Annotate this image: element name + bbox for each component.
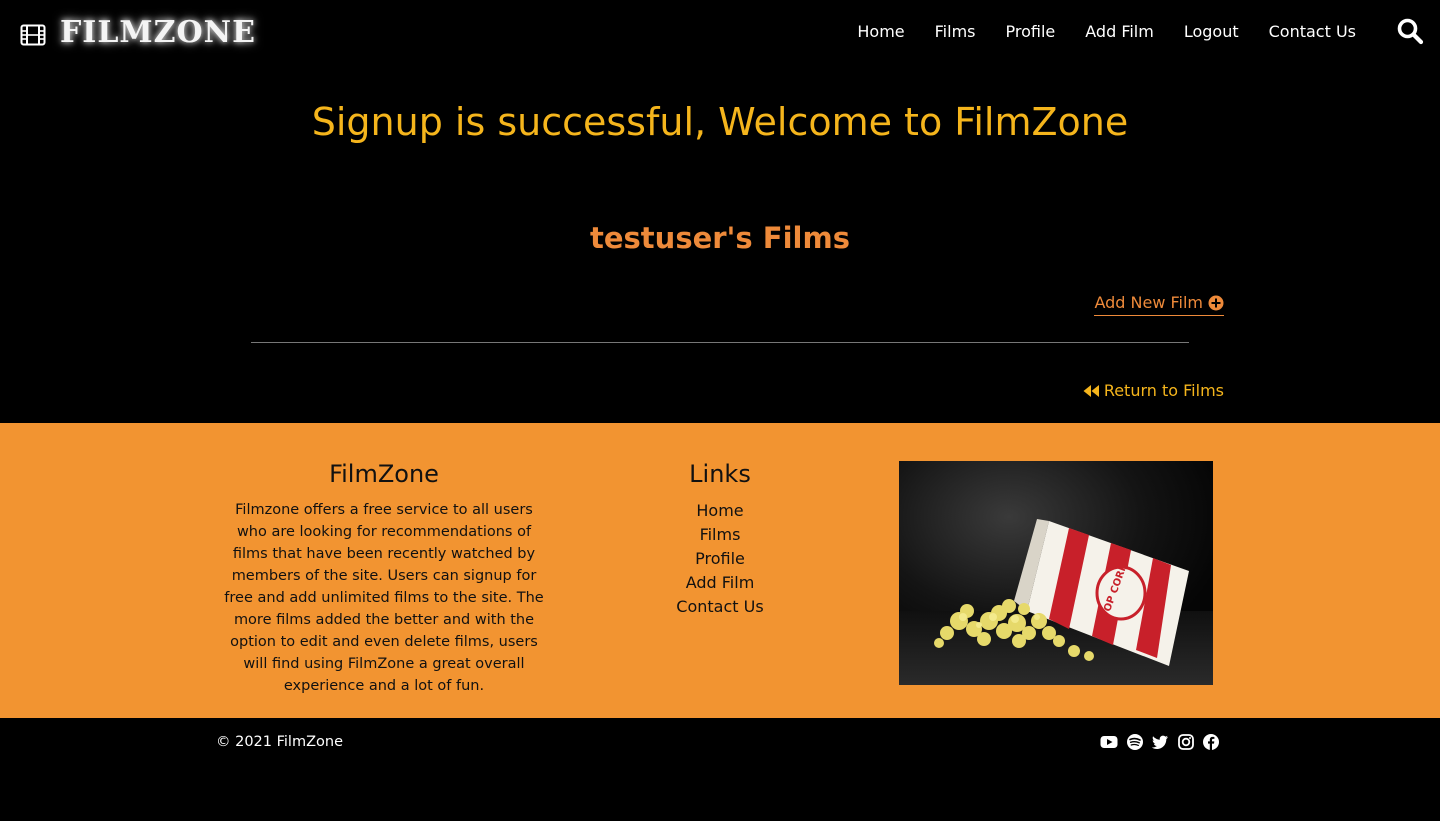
divider <box>251 342 1189 343</box>
nav-link-profile[interactable]: Profile <box>1006 20 1056 44</box>
footer-link-contact-us[interactable]: Contact Us <box>620 595 820 619</box>
footer-about-text: Filmzone offers a free service to all us… <box>224 502 544 694</box>
nav-link-home[interactable]: Home <box>857 20 904 44</box>
popcorn-illustration: POP CORN <box>899 461 1213 685</box>
film-icon <box>20 24 46 46</box>
search-icon[interactable] <box>1396 17 1424 45</box>
nav-links: Home Films Profile Add Film Logout Conta… <box>827 20 1356 44</box>
twitter-icon[interactable] <box>1151 733 1169 751</box>
youtube-icon[interactable] <box>1100 733 1118 751</box>
nav-link-logout[interactable]: Logout <box>1184 20 1239 44</box>
copyright-bar: © 2021 FilmZone <box>0 718 1440 821</box>
backward-icon <box>1083 385 1099 397</box>
popcorn-image: POP CORN <box>899 461 1213 685</box>
social-links <box>1093 733 1221 751</box>
footer-link-add-film[interactable]: Add Film <box>620 571 820 595</box>
plus-circle-icon <box>1208 295 1224 311</box>
nav-link-films[interactable]: Films <box>935 20 976 44</box>
add-new-film-label: Add New Film <box>1094 293 1203 312</box>
nav-link-contact-us[interactable]: Contact Us <box>1269 20 1356 44</box>
nav-link-add-film[interactable]: Add Film <box>1085 20 1154 44</box>
brand-name: FILMZONE <box>60 15 256 50</box>
footer-link-films[interactable]: Films <box>620 523 820 547</box>
add-new-film-link[interactable]: Add New Film <box>1094 292 1224 316</box>
footer-link-home[interactable]: Home <box>620 499 820 523</box>
facebook-icon[interactable] <box>1202 733 1220 751</box>
copyright-text: © 2021 FilmZone <box>216 734 344 750</box>
user-films-heading: testuser's Films <box>590 221 850 255</box>
footer-about-title: FilmZone <box>329 460 439 488</box>
brand-link[interactable]: FILMZONE <box>20 16 256 50</box>
return-to-films-link[interactable]: Return to Films <box>1083 380 1224 402</box>
welcome-message: Signup is successful, Welcome to FilmZon… <box>311 100 1129 144</box>
return-to-films-label: Return to Films <box>1103 381 1224 400</box>
footer-links: Links Home Films Profile Add Film Contac… <box>620 457 820 619</box>
spotify-icon[interactable] <box>1126 733 1144 751</box>
navbar: FILMZONE Home Films Profile Add Film Log… <box>0 0 1440 68</box>
footer-links-title: Links <box>689 460 751 488</box>
instagram-icon[interactable] <box>1177 733 1195 751</box>
footer-link-profile[interactable]: Profile <box>620 547 820 571</box>
footer-about: FilmZone Filmzone offers a free service … <box>224 457 544 697</box>
footer: FilmZone Filmzone offers a free service … <box>0 423 1440 718</box>
